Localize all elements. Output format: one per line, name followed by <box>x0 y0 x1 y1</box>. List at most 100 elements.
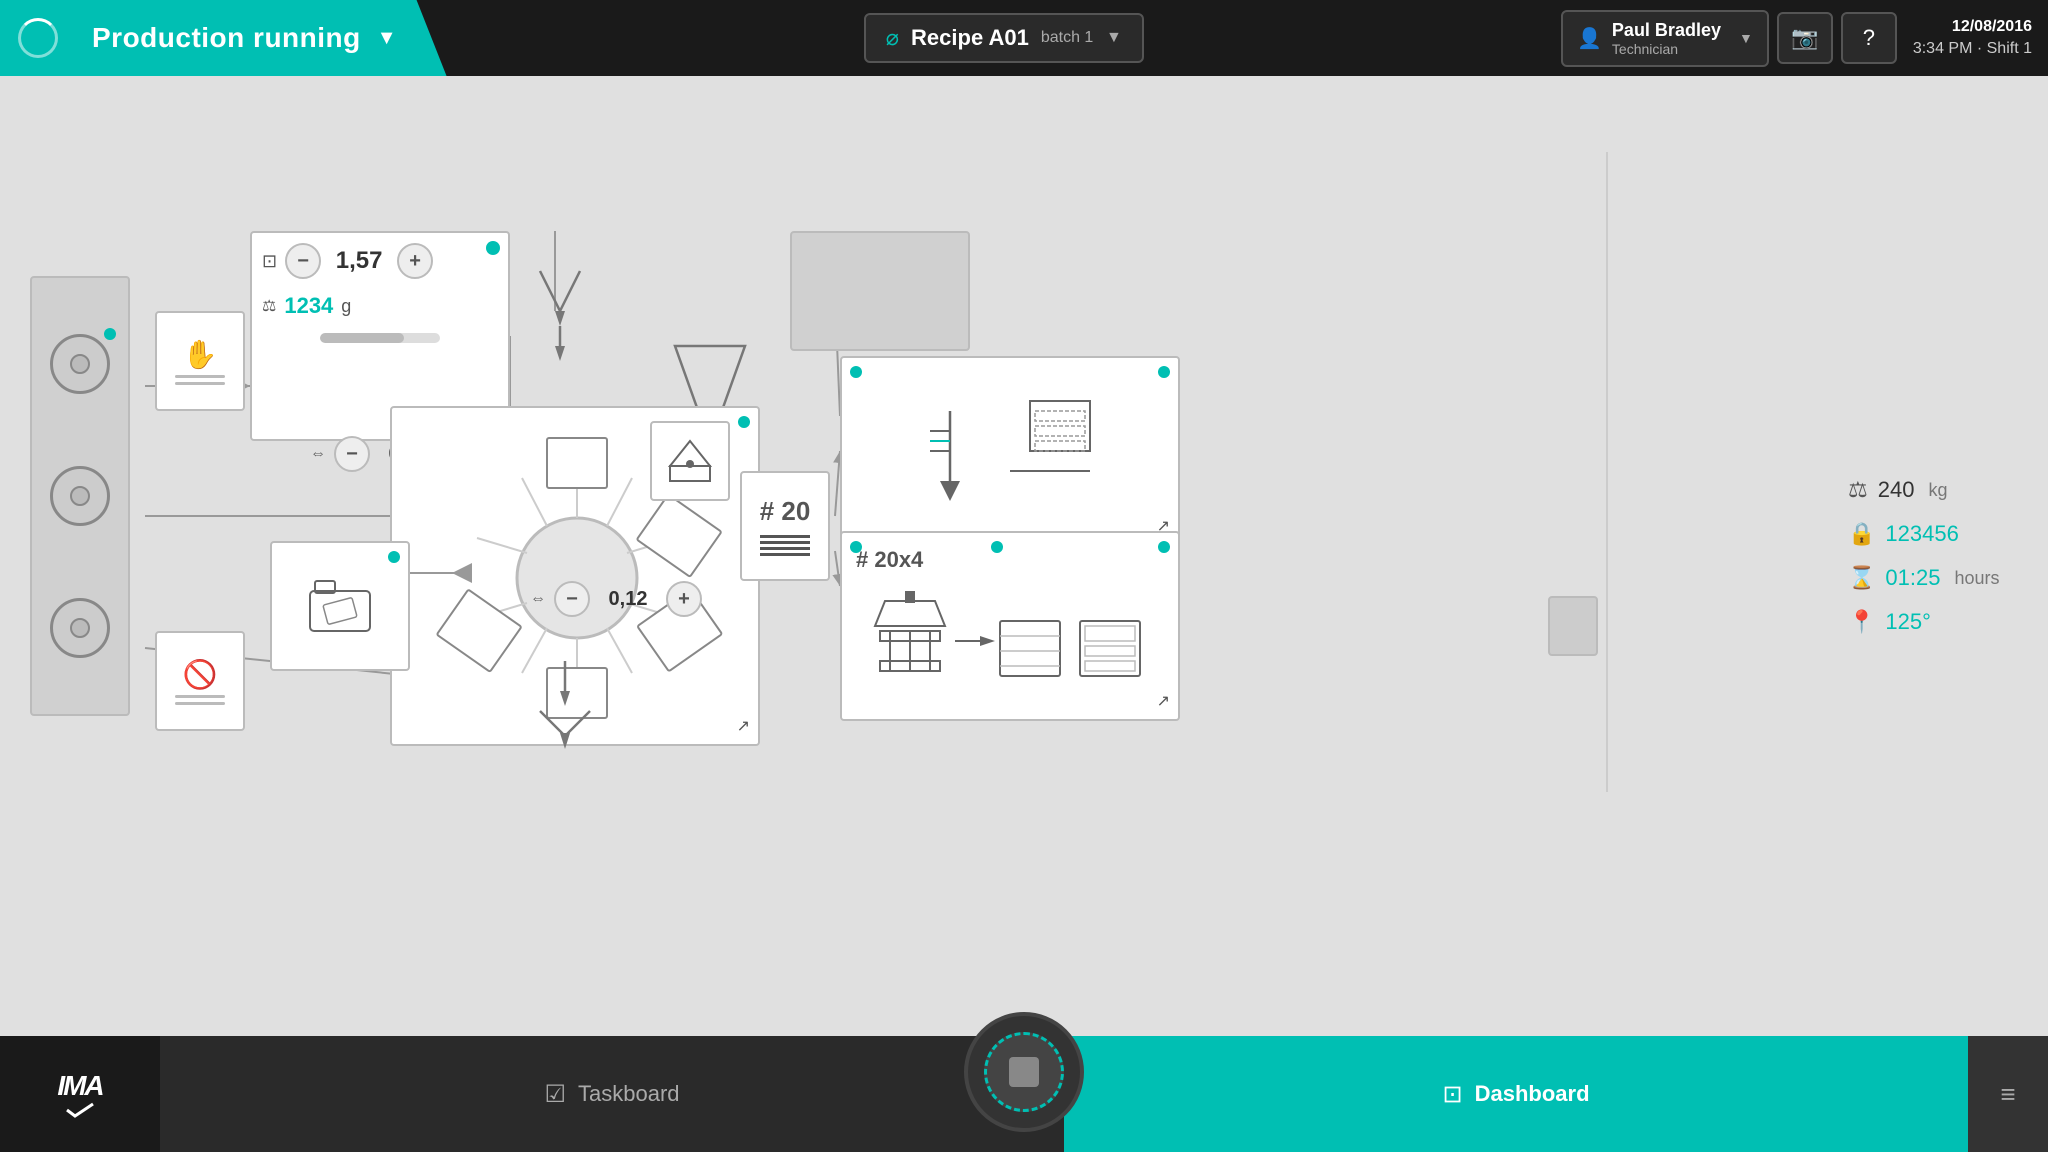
header-title-area: Production running ▼ <box>76 0 447 76</box>
bottom-speed-arrows-icon: ⇔ <box>530 590 546 608</box>
speed-arrows-icon: ⇔ <box>310 445 326 463</box>
feeder-controls: − 1,57 + <box>285 243 433 279</box>
bottom-speed-control: ⇔ − 0,12 + <box>530 581 702 617</box>
dashboard-icon: ⊡ <box>1442 1080 1462 1109</box>
rm1-status-dot-tr <box>1158 366 1170 378</box>
user-selector[interactable]: 👤 Paul Bradley Technician ▼ <box>1561 10 1769 67</box>
counter-line-3 <box>760 547 810 550</box>
stat-weight-value: 240 <box>1878 477 1915 503</box>
right-stats-panel: ⚖ 240 kg 🔒 123456 ⌛ 01:25 hours 📍 125° <box>1828 76 2048 1036</box>
stat-timer-unit: hours <box>1954 568 1999 589</box>
help-icon: ? <box>1863 25 1875 51</box>
stat-lock-icon: 🔒 <box>1848 521 1875 547</box>
footer: IMA ☑ Taskboard ⊡ Dashboard ≡ <box>0 1036 2048 1152</box>
help-button[interactable]: ? <box>1841 12 1897 64</box>
user-info: Paul Bradley Technician <box>1612 20 1721 57</box>
roller-mid <box>50 466 110 526</box>
recipe-icon: ⌀ <box>886 25 899 51</box>
counter-lines <box>760 535 810 556</box>
checkweigher-icon <box>665 436 715 486</box>
diagram-area: ✋ 🚫 ⊡ − 1,57 + ⚖ 1234 g <box>0 76 1828 1036</box>
feeder-icon: ⊡ <box>262 251 277 272</box>
counter-label: # 20 <box>760 496 811 527</box>
bottom-speed-increase-button[interactable]: + <box>666 581 702 617</box>
feeder-value: 1,57 <box>329 247 389 275</box>
camera-icon: 📷 <box>1791 25 1818 51</box>
taskboard-label: Taskboard <box>578 1081 680 1107</box>
stat-location: 📍 125° <box>1848 609 2028 635</box>
feeder-gauge-fill <box>320 333 404 343</box>
stat-timer: ⌛ 01:25 hours <box>1848 565 2028 591</box>
stat-lock-value: 123456 <box>1885 521 1958 547</box>
weight-unit: g <box>341 296 351 317</box>
separator-line <box>1606 152 1608 792</box>
rm2-icons-svg <box>870 581 1150 701</box>
hopper-box <box>790 231 970 351</box>
bottom-speed-decrease-button[interactable]: − <box>554 581 590 617</box>
reject-status-dot <box>388 551 400 563</box>
op-bottom-line-1 <box>175 695 225 698</box>
stat-lock: 🔒 123456 <box>1848 521 2028 547</box>
ima-logo-area: IMA <box>57 1070 102 1118</box>
op-station-bottom[interactable]: 🚫 <box>155 631 245 731</box>
hamburger-icon: ≡ <box>2000 1079 2015 1110</box>
feeder-gauge <box>320 333 440 343</box>
recipe-batch: batch 1 <box>1041 29 1093 47</box>
carousel-expand-button[interactable]: ↗ <box>737 716 750 736</box>
feeder-status-dot <box>486 241 500 255</box>
rm1-left-icon <box>910 391 990 511</box>
main-content: ✋ 🚫 ⊡ − 1,57 + ⚖ 1234 g <box>0 76 2048 1036</box>
checkweigher-box[interactable] <box>650 421 730 501</box>
feeder-increase-button[interactable]: + <box>397 243 433 279</box>
ima-checkmark-icon <box>65 1102 95 1118</box>
rm2-counter-label: # 20x4 <box>856 547 923 573</box>
title-dropdown-icon[interactable]: ▼ <box>377 27 397 50</box>
recipe-selector[interactable]: ⌀ Recipe A01 batch 1 ▼ <box>864 13 1144 63</box>
bottom-speed-value: 0,12 <box>598 588 658 611</box>
date-display: 12/08/2016 <box>1913 16 2032 38</box>
camera-button[interactable]: 📷 <box>1777 12 1833 64</box>
carousel-status-dot <box>738 416 750 428</box>
right-machine-top[interactable]: ↗ <box>840 356 1180 546</box>
stat-location-icon: 📍 <box>1848 609 1875 635</box>
time-display: 3:34 PM · Shift 1 <box>1913 38 2032 60</box>
stat-weight: ⚖ 240 kg <box>1848 477 2028 503</box>
footer-logo: IMA <box>0 1036 160 1152</box>
page-title: Production running <box>92 22 361 54</box>
taskboard-button[interactable]: ☑ Taskboard <box>160 1036 1064 1152</box>
stat-timer-icon: ⌛ <box>1848 565 1875 591</box>
rm1-status-dot-tl <box>850 366 862 378</box>
weight-icon: ⚖ <box>262 296 276 316</box>
no-hand-icon: 🚫 <box>183 658 218 691</box>
dashboard-button[interactable]: ⊡ Dashboard <box>1064 1036 1968 1152</box>
user-role: Technician <box>1612 41 1721 57</box>
rm2-expand-button[interactable]: ↗ <box>1157 691 1170 711</box>
op-line-1 <box>175 375 225 378</box>
counter-box: # 20 <box>740 471 830 581</box>
counter-line-1 <box>760 535 810 538</box>
feeder-decrease-button[interactable]: − <box>285 243 321 279</box>
rm2-status-dot-tr <box>1158 541 1170 553</box>
recipe-name: Recipe A01 <box>911 25 1029 51</box>
header-center: ⌀ Recipe A01 batch 1 ▼ <box>447 13 1561 63</box>
taskboard-icon: ☑ <box>544 1080 566 1109</box>
counter-line-2 <box>760 541 810 544</box>
center-nav-button[interactable] <box>964 1012 1084 1132</box>
center-nav-inner <box>984 1032 1064 1112</box>
roller-top <box>50 334 110 394</box>
roller-bottom-inner <box>70 618 90 638</box>
bottom-funnel-svg <box>525 661 605 761</box>
op-line-2 <box>175 382 225 385</box>
output-conveyor <box>1548 596 1598 656</box>
reject-box[interactable] <box>270 541 410 671</box>
teal-indicator-top <box>104 328 116 340</box>
speed-decrease-button[interactable]: − <box>334 436 370 472</box>
op-station-top[interactable]: ✋ <box>155 311 245 411</box>
right-machine-bottom[interactable]: # 20x4 <box>840 531 1180 721</box>
header-right: 👤 Paul Bradley Technician ▼ 📷 ? 12/08/20… <box>1561 10 2048 67</box>
user-icon: 👤 <box>1577 26 1602 51</box>
menu-button[interactable]: ≡ <box>1968 1036 2048 1152</box>
roller-mid-inner <box>70 486 90 506</box>
rm2-status-dot-tm <box>991 541 1003 553</box>
op-bottom-line-2 <box>175 702 225 705</box>
